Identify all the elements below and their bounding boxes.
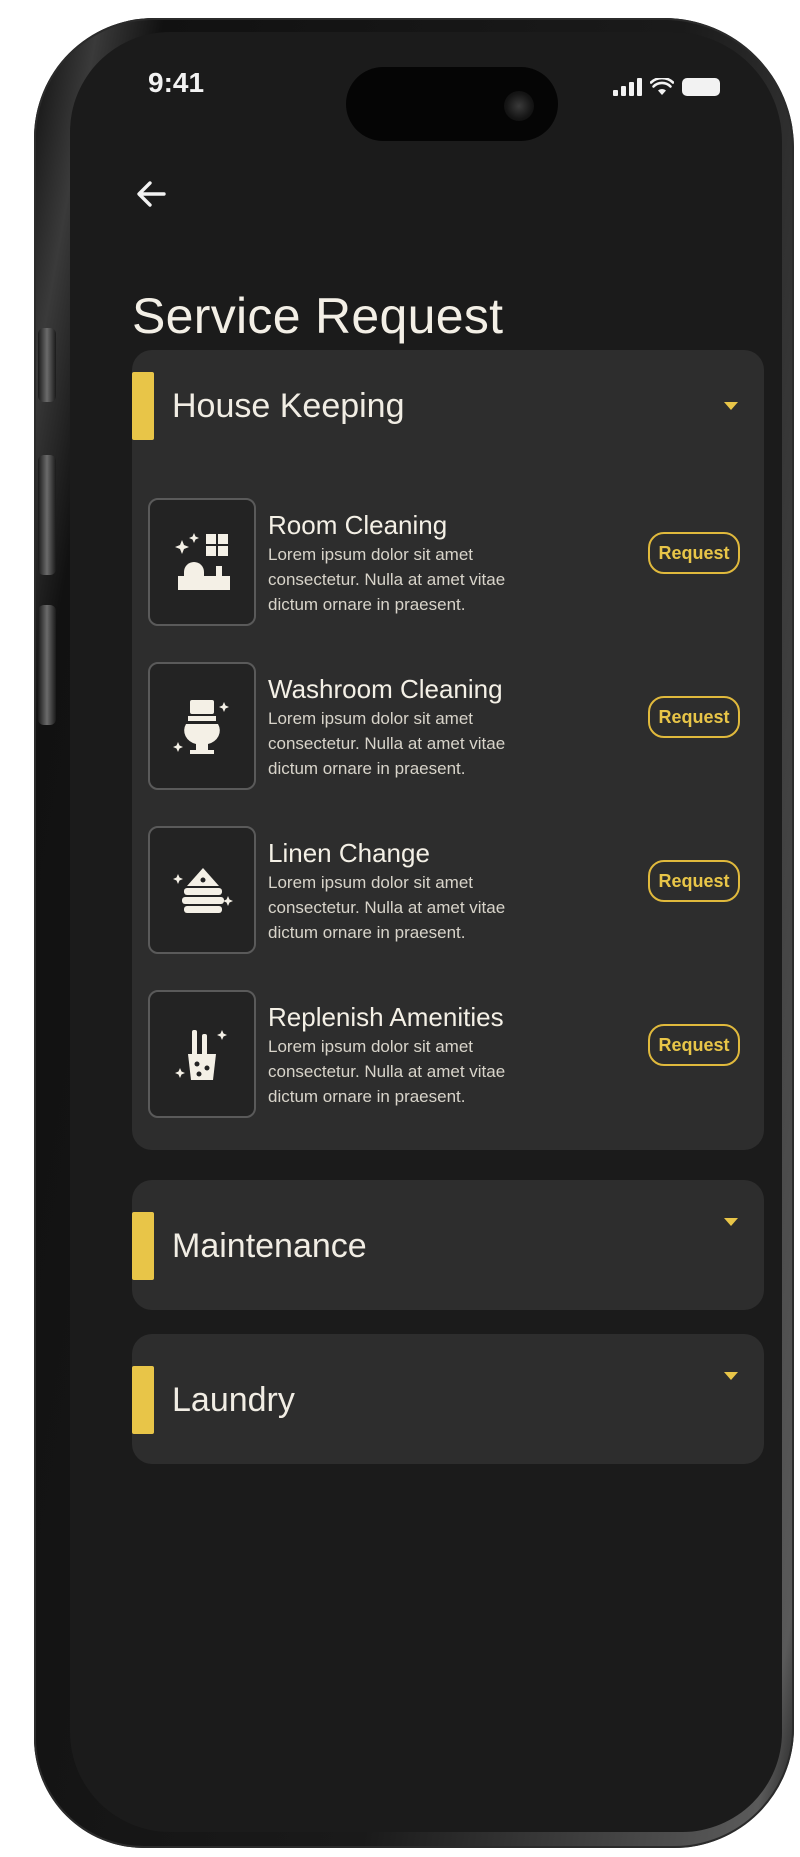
volume-down-button bbox=[38, 605, 56, 725]
page-title: Service Request bbox=[132, 288, 504, 344]
chevron-down-icon bbox=[724, 1372, 738, 1380]
section-title: House Keeping bbox=[172, 387, 405, 425]
chevron-down-icon bbox=[724, 402, 738, 410]
linen-icon bbox=[173, 868, 233, 913]
room-cleaning-icon-box bbox=[148, 498, 256, 626]
camera-icon bbox=[504, 91, 534, 121]
toothbrush-cup-icon bbox=[175, 1030, 227, 1080]
section-laundry: Laundry bbox=[132, 1334, 764, 1464]
linen-icon-box bbox=[148, 826, 256, 954]
action-button bbox=[38, 328, 56, 402]
status-icons bbox=[613, 78, 720, 96]
room-cleaning-icon bbox=[175, 533, 230, 590]
service-item-replenish-amenities: Replenish Amenities Lorem ipsum dolor si… bbox=[148, 990, 748, 1118]
section-title: Maintenance bbox=[172, 1227, 367, 1265]
chevron-down-icon bbox=[724, 1218, 738, 1226]
service-description: Lorem ipsum dolor sit amet consectetur. … bbox=[268, 709, 506, 778]
phone-screen: 9:41 Service Request House Keeping Room … bbox=[70, 32, 782, 1832]
service-description: Lorem ipsum dolor sit amet consectetur. … bbox=[268, 1037, 506, 1106]
section-maintenance: Maintenance bbox=[132, 1180, 764, 1310]
request-button[interactable]: Request bbox=[648, 532, 740, 574]
status-time: 9:41 bbox=[148, 67, 205, 98]
service-item-washroom-cleaning: Washroom Cleaning Lorem ipsum dolor sit … bbox=[148, 662, 748, 790]
request-button[interactable]: Request bbox=[648, 860, 740, 902]
service-description: Lorem ipsum dolor sit amet consectetur. … bbox=[268, 545, 506, 614]
section-accent-bar bbox=[132, 1366, 154, 1434]
wifi-icon bbox=[650, 78, 674, 95]
section-header-maintenance[interactable]: Maintenance bbox=[132, 1190, 764, 1300]
section-title: Laundry bbox=[172, 1381, 295, 1419]
request-button[interactable]: Request bbox=[648, 696, 740, 738]
section-accent-bar bbox=[132, 1212, 154, 1280]
battery-icon bbox=[682, 78, 720, 96]
dynamic-island bbox=[346, 67, 558, 141]
service-title: Room Cleaning bbox=[268, 510, 448, 540]
signal-icon bbox=[613, 78, 642, 96]
section-header-laundry[interactable]: Laundry bbox=[132, 1344, 764, 1454]
section-header-house-keeping[interactable]: House Keeping bbox=[132, 350, 764, 460]
volume-up-button bbox=[38, 455, 56, 575]
toilet-icon bbox=[173, 700, 229, 754]
arrow-left-icon[interactable] bbox=[130, 172, 174, 216]
service-item-linen-change: Linen Change Lorem ipsum dolor sit amet … bbox=[148, 826, 748, 954]
section-house-keeping: House Keeping Room Cleaning Lorem ipsum … bbox=[132, 350, 764, 1150]
request-button[interactable]: Request bbox=[648, 1024, 740, 1066]
service-item-room-cleaning: Room Cleaning Lorem ipsum dolor sit amet… bbox=[148, 498, 748, 626]
service-title: Replenish Amenities bbox=[268, 1002, 504, 1032]
section-accent-bar bbox=[132, 372, 154, 440]
amenities-icon-box bbox=[148, 990, 256, 1118]
service-title: Washroom Cleaning bbox=[268, 674, 503, 704]
mockup-stage: 9:41 Service Request House Keeping Room … bbox=[0, 0, 800, 1857]
service-title: Linen Change bbox=[268, 838, 430, 868]
toilet-icon-box bbox=[148, 662, 256, 790]
service-description: Lorem ipsum dolor sit amet consectetur. … bbox=[268, 873, 506, 942]
